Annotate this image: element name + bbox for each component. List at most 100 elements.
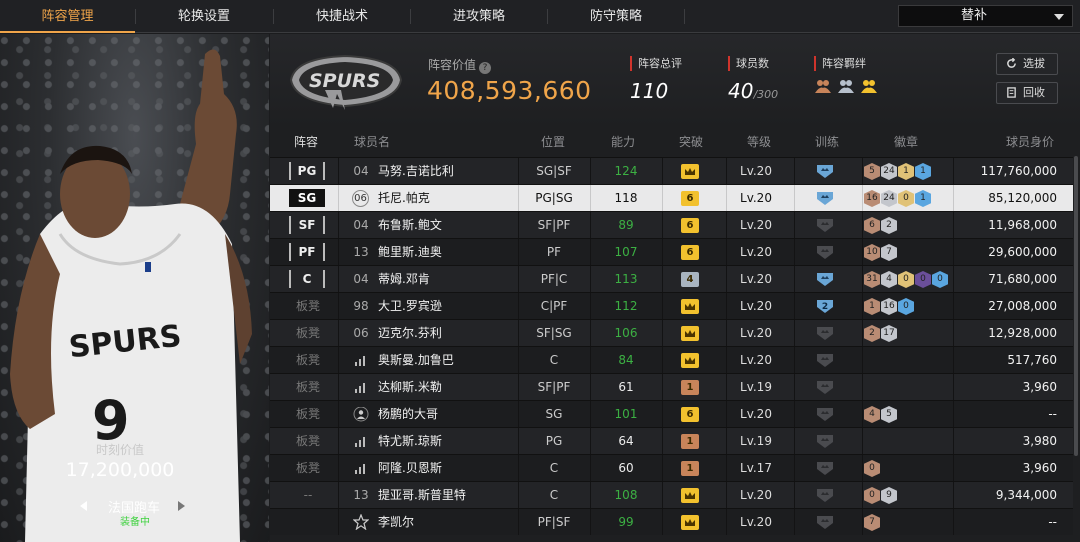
training-icon[interactable] [815, 325, 835, 341]
tab-offense[interactable]: 进攻策略 [411, 0, 547, 33]
badge-blue-icon[interactable]: 1 [915, 190, 931, 207]
training-icon[interactable] [815, 190, 835, 206]
col-header-name[interactable]: 球员名 [354, 133, 390, 150]
player-name[interactable]: 布鲁斯.鲍文 [378, 212, 442, 238]
training-icon[interactable] [815, 406, 835, 422]
lineup-slot[interactable]: 板凳 [288, 293, 328, 319]
badge-bronze-icon[interactable]: 5 [864, 163, 880, 180]
tab-rotation[interactable]: 轮换设置 [136, 0, 272, 33]
training-icon[interactable] [815, 379, 835, 395]
badge-blue-icon[interactable]: 1 [915, 163, 931, 180]
table-row[interactable]: 板凳 98 大卫.罗宾逊 C|PF 112 Lv.20 2 1 16 0 27,008,000 [270, 292, 1073, 319]
training-icon[interactable] [815, 352, 835, 368]
player-name[interactable]: 大卫.罗宾逊 [378, 293, 442, 319]
table-row[interactable]: PF 13 鲍里斯.迪奥 PF 107 6 Lv.20 10 7 29,600,000 [270, 238, 1073, 265]
team-bond-bronze-icon[interactable] [814, 77, 832, 95]
col-header-position[interactable]: 位置 [541, 133, 565, 150]
table-row[interactable]: 板凳 阿隆.贝恩斯 C 60 1 Lv.17 0 3,960 [270, 454, 1073, 481]
lineup-slot[interactable]: SF [289, 216, 325, 234]
badge-silver-icon[interactable]: 16 [881, 298, 897, 315]
lineup-slot[interactable]: 板凳 [288, 455, 328, 481]
table-row[interactable]: 板凳 06 迈克尔.芬利 SF|SG 106 Lv.20 2 17 12,928,000 [270, 319, 1073, 346]
player-name[interactable]: 托尼.帕克 [378, 185, 430, 211]
badge-silver-icon[interactable]: 24 [881, 190, 897, 207]
badge-purple-icon[interactable]: 0 [915, 271, 931, 288]
badge-bronze-icon[interactable]: 2 [864, 325, 880, 342]
col-header-level[interactable]: 等级 [747, 133, 771, 150]
table-row[interactable]: 板凳 达柳斯.米勒 SF|PF 61 1 Lv.19 3,960 [270, 373, 1073, 400]
team-bond-gold-icon[interactable] [860, 77, 878, 95]
table-row[interactable]: -- 13 提亚哥.斯普里特 C 108 Lv.20 0 9 9,344,000 [270, 481, 1073, 508]
training-icon[interactable] [815, 244, 835, 260]
badge-gold-icon[interactable]: 1 [898, 163, 914, 180]
badge-gold-icon[interactable]: 0 [898, 271, 914, 288]
training-icon[interactable] [815, 271, 835, 287]
badge-bronze-icon[interactable]: 6 [864, 217, 880, 234]
training-icon[interactable]: 2 [815, 298, 835, 314]
player-name[interactable]: 特尤斯.琼斯 [378, 428, 442, 454]
badge-silver-icon[interactable]: 7 [881, 244, 897, 261]
badge-silver-icon[interactable]: 4 [881, 271, 897, 288]
player-name[interactable]: 阿隆.贝恩斯 [378, 455, 442, 481]
table-row[interactable]: PG 04 马努.吉诺比利 SG|SF 124 Lv.20 5 24 1 1 117,760,000 [270, 157, 1073, 184]
col-header-training[interactable]: 训练 [815, 133, 839, 150]
lineup-slot[interactable]: PF [289, 243, 325, 261]
badge-bronze-icon[interactable]: 4 [864, 406, 880, 423]
table-row[interactable]: C 04 蒂姆.邓肯 PF|C 113 4 Lv.20 31 4 0 0 0 71,680,000 [270, 265, 1073, 292]
table-row[interactable]: 板凳 杨鹏的大哥 SG 101 6 Lv.20 4 5 -- [270, 400, 1073, 427]
tab-quick-tactics[interactable]: 快捷战术 [274, 0, 410, 33]
badge-silver-icon[interactable]: 24 [881, 163, 897, 180]
col-header-slot[interactable]: 阵容 [294, 133, 318, 150]
table-row[interactable]: SF 04 布鲁斯.鲍文 SF|PF 89 6 Lv.20 6 2 11,968,000 [270, 211, 1073, 238]
badge-blue-icon[interactable]: 0 [932, 271, 948, 288]
prev-card-arrow-icon[interactable] [80, 501, 87, 511]
lineup-slot[interactable]: SG [289, 189, 325, 207]
team-bond-silver-icon[interactable] [837, 77, 855, 95]
badge-bronze-icon[interactable]: 1 [864, 298, 880, 315]
col-header-breakthrough[interactable]: 突破 [679, 133, 703, 150]
tab-lineup[interactable]: 阵容管理 [0, 0, 135, 33]
table-row[interactable]: 李凯尔 PF|SF 99 Lv.20 7 -- [270, 508, 1073, 535]
player-name[interactable]: 李凯尔 [378, 509, 414, 535]
player-name[interactable]: 马努.吉诺比利 [378, 158, 454, 184]
player-name[interactable]: 奥斯曼.加鲁巴 [378, 347, 454, 373]
player-name[interactable]: 鲍里斯.迪奥 [378, 239, 442, 265]
lineup-slot[interactable]: 板凳 [288, 320, 328, 346]
badge-silver-icon[interactable]: 2 [881, 217, 897, 234]
col-header-value[interactable]: 球员身价 [1006, 133, 1054, 150]
badge-gold-icon[interactable]: 0 [898, 190, 914, 207]
recycle-button[interactable]: 回收 [996, 82, 1058, 104]
badge-bronze-icon[interactable]: 0 [864, 487, 880, 504]
table-row[interactable]: 板凳 特尤斯.琼斯 PG 64 1 Lv.19 3,980 [270, 427, 1073, 454]
badge-bronze-icon[interactable]: 31 [864, 271, 880, 288]
lineup-slot[interactable]: 板凳 [288, 374, 328, 400]
badge-silver-icon[interactable]: 17 [881, 325, 897, 342]
player-name[interactable]: 杨鹏的大哥 [378, 401, 438, 427]
col-header-ability[interactable]: 能力 [611, 133, 635, 150]
player-name[interactable]: 达柳斯.米勒 [378, 374, 442, 400]
lineup-slot[interactable]: 板凳 [288, 347, 328, 373]
col-header-badges[interactable]: 徽章 [894, 133, 918, 150]
badge-bronze-icon[interactable]: 0 [864, 460, 880, 477]
training-icon[interactable] [815, 433, 835, 449]
lineup-slot[interactable]: 板凳 [288, 401, 328, 427]
lineup-slot[interactable]: 板凳 [288, 428, 328, 454]
next-card-arrow-icon[interactable] [178, 501, 185, 511]
table-scrollbar[interactable] [1074, 156, 1078, 456]
training-icon[interactable] [815, 487, 835, 503]
lineup-slot[interactable]: PG [289, 162, 325, 180]
table-row[interactable]: 板凳 奥斯曼.加鲁巴 C 84 Lv.20 517,760 [270, 346, 1073, 373]
lineup-slot[interactable]: C [289, 270, 325, 288]
player-name[interactable]: 提亚哥.斯普里特 [378, 482, 466, 508]
badge-silver-icon[interactable]: 9 [881, 487, 897, 504]
tab-defense[interactable]: 防守策略 [548, 0, 684, 33]
badge-bronze-icon[interactable]: 10 [864, 244, 880, 261]
lineup-slot[interactable] [288, 509, 328, 535]
table-row[interactable]: SG 06 托尼.帕克 PG|SG 118 6 Lv.20 16 24 0 1 85,120,000 [270, 184, 1073, 211]
help-icon[interactable]: ? [479, 62, 492, 74]
training-icon[interactable] [815, 217, 835, 233]
badge-bronze-icon[interactable]: 7 [864, 514, 880, 531]
filter-dropdown[interactable]: 替补 [898, 5, 1073, 27]
badge-silver-icon[interactable]: 5 [881, 406, 897, 423]
lineup-slot[interactable]: -- [288, 482, 328, 508]
